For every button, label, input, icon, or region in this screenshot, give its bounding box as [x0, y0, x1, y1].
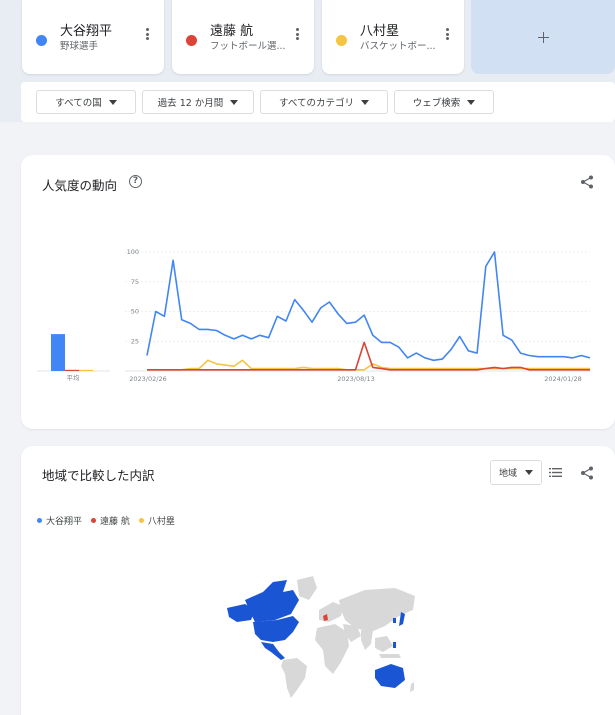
- legend-label: 大谷翔平: [46, 517, 83, 527]
- dropdown-arrow-icon: [230, 99, 239, 105]
- category-filter-label: すべてのカテゴリ: [279, 98, 354, 109]
- map-region-mexico[interactable]: [261, 642, 285, 660]
- legend-item: 遠藤 航: [91, 514, 130, 527]
- category-filter[interactable]: すべてのカテゴリ: [260, 90, 388, 114]
- term-card-1[interactable]: 大谷翔平 野球選手: [22, 0, 164, 74]
- help-icon[interactable]: ?: [129, 175, 142, 188]
- period-filter-label: 過去 12 か月間: [157, 98, 224, 109]
- interest-over-time-card: [21, 155, 615, 429]
- dropdown-arrow-icon: [108, 99, 117, 105]
- region-legend: 大谷翔平 遠藤 航 八村塁: [37, 514, 175, 527]
- legend-label: 八村塁: [147, 517, 175, 527]
- trend-card-title: 人気度の動向: [42, 178, 118, 193]
- map-region-greenland[interactable]: [297, 576, 317, 600]
- map-region-europe[interactable]: [319, 602, 343, 622]
- more-options-icon[interactable]: [292, 26, 302, 42]
- region-level-select[interactable]: 地域: [490, 460, 542, 485]
- more-options-icon[interactable]: [442, 26, 452, 42]
- search-type-filter[interactable]: ウェブ検索: [394, 90, 494, 114]
- map-region-southeast-asia[interactable]: [375, 636, 393, 652]
- term-subtitle: 野球選手: [60, 41, 99, 52]
- legend-item: 八村塁: [138, 514, 175, 527]
- share-icon[interactable]: [579, 174, 595, 190]
- dropdown-arrow-icon: [467, 99, 476, 105]
- legend-dot: [37, 518, 42, 523]
- term-name: 八村塁: [360, 24, 400, 39]
- region-level-select-label: 地域: [498, 469, 517, 479]
- legend-item: 大谷翔平: [37, 514, 82, 527]
- add-comparison-button[interactable]: [471, 0, 615, 74]
- term-name: 遠藤 航: [210, 24, 254, 39]
- term-subtitle: フットボール選...: [210, 41, 286, 52]
- map-region-canada[interactable]: [245, 580, 299, 622]
- more-options-icon[interactable]: [142, 26, 152, 42]
- map-region-indonesia[interactable]: [379, 654, 401, 658]
- map-region-philippines[interactable]: [393, 642, 396, 648]
- term-name: 大谷翔平: [60, 24, 113, 39]
- search-type-filter-label: ウェブ検索: [412, 98, 461, 109]
- period-filter[interactable]: 過去 12 か月間: [142, 90, 254, 114]
- term-subtitle: バスケットボー...: [360, 41, 436, 52]
- dropdown-arrow-icon: [525, 470, 533, 475]
- map-region-australia[interactable]: [375, 664, 405, 688]
- region-card-title: 地域で比較した内訳: [42, 468, 155, 483]
- term-color-dot: [336, 35, 347, 46]
- plus-icon: [537, 31, 549, 43]
- legend-label: 遠藤 航: [100, 517, 130, 527]
- term-color-dot: [36, 35, 47, 46]
- map-region-korea[interactable]: [393, 618, 396, 623]
- filter-bar: すべての国 過去 12 か月間 すべてのカテゴリ ウェブ検索: [21, 82, 615, 122]
- share-icon[interactable]: [579, 465, 595, 481]
- region-filter[interactable]: すべての国: [36, 90, 136, 114]
- dropdown-arrow-icon: [360, 99, 369, 105]
- legend-dot: [138, 518, 144, 523]
- term-color-dot: [186, 35, 197, 46]
- world-map[interactable]: [215, 570, 425, 700]
- legend-dot: [91, 518, 97, 523]
- term-card-2[interactable]: 遠藤 航 フットボール選...: [172, 0, 314, 74]
- list-view-icon[interactable]: [549, 467, 562, 478]
- map-region-india[interactable]: [361, 630, 373, 650]
- map-region-new-zealand[interactable]: [410, 682, 414, 692]
- map-region-south-america[interactable]: [281, 658, 307, 698]
- region-filter-label: すべての国: [55, 98, 102, 109]
- term-card-3[interactable]: 八村塁 バスケットボー...: [322, 0, 464, 74]
- map-region-africa[interactable]: [315, 624, 349, 674]
